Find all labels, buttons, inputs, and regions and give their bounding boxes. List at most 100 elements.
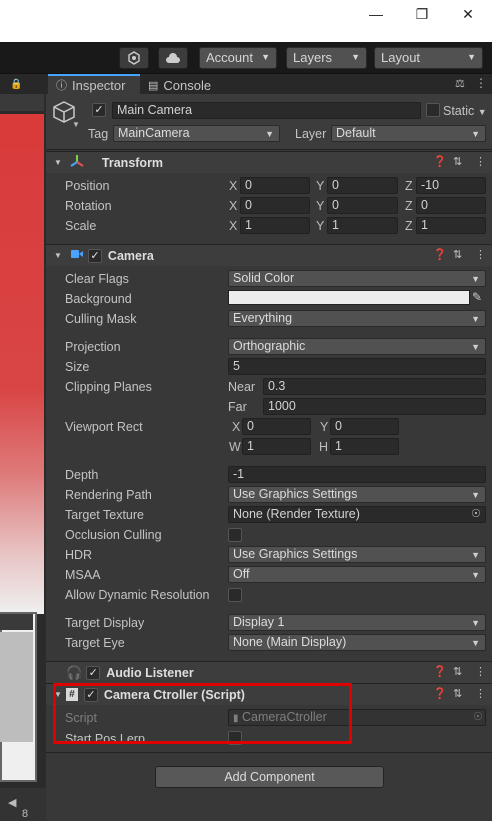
target-eye-dropdown[interactable]: None (Main Display) ▼ [228,634,486,651]
cloud-icon[interactable] [158,47,188,69]
viewport-y-field[interactable]: 0 [330,418,399,435]
static-checkbox[interactable] [426,103,440,117]
preview-content [0,632,33,742]
object-name-field[interactable]: Main Camera [112,102,421,119]
rendering-path-dropdown[interactable]: Use Graphics Settings ▼ [228,486,486,503]
culling-mask-dropdown[interactable]: Everything ▼ [228,310,486,327]
kebab-menu-icon[interactable]: ⋮ [475,248,486,261]
kebab-menu-icon[interactable]: ⋮ [475,76,487,90]
account-dropdown[interactable]: Account ▼ [199,47,277,69]
lock-icon[interactable]: 🔒 [10,79,22,90]
help-icon[interactable]: ❓ [433,665,447,678]
chevron-down-icon: ▼ [471,550,480,560]
tag-dropdown[interactable]: MainCamera ▼ [113,125,280,142]
occlusion-culling-label: Occlusion Culling [65,528,162,542]
size-field[interactable]: 5 [228,358,486,375]
kebab-menu-icon[interactable]: ⋮ [475,665,486,678]
viewport-h-label[interactable]: H [319,440,328,454]
preset-icon[interactable]: ⇅ [453,665,462,678]
axis-x-label[interactable]: X [229,179,237,193]
axis-z-label[interactable]: Z [405,219,413,233]
maximize-icon[interactable]: ❐ [399,0,445,28]
chevron-down-icon[interactable]: ▼ [72,120,80,129]
viewport-x-field[interactable]: 0 [242,418,311,435]
axis-z-label[interactable]: Z [405,179,413,193]
help-icon[interactable]: ❓ [433,155,447,168]
near-label[interactable]: Near [228,380,255,394]
foldout-arrow-icon[interactable]: ▼ [54,158,62,167]
object-picker-icon[interactable]: ☉ [471,507,481,520]
scale-z-field[interactable]: 1 [416,217,486,234]
layers-dropdown[interactable]: Layers ▼ [286,47,367,69]
scene-footer-arrow-icon[interactable]: ◀ [8,796,16,809]
position-y-field[interactable]: 0 [327,177,398,194]
help-icon[interactable]: ❓ [433,687,447,700]
preset-icon[interactable]: ⇅ [453,687,462,700]
viewport-h-field[interactable]: 1 [330,438,399,455]
tab-console[interactable]: ▤ Console [148,74,211,94]
axis-y-label[interactable]: Y [316,199,324,213]
audio-listener-title: Audio Listener [106,665,194,680]
kebab-menu-icon[interactable]: ⋮ [475,155,486,168]
lock-icon[interactable]: ⚖ [455,77,465,90]
depth-label: Depth [65,468,99,482]
camera-enabled-checkbox[interactable]: ✓ [87,248,102,263]
scale-y-field[interactable]: 1 [327,217,398,234]
chevron-down-icon: ▼ [471,638,480,648]
active-checkbox[interactable]: ✓ [92,103,106,117]
rotation-y-field[interactable]: 0 [327,197,398,214]
background-color-swatch[interactable] [228,290,470,305]
position-z-field[interactable]: -10 [416,177,486,194]
axis-x-label[interactable]: X [229,219,237,233]
rotation-z-field[interactable]: 0 [416,197,486,214]
close-icon[interactable]: ✕ [445,0,491,28]
far-label[interactable]: Far [228,400,247,414]
static-label[interactable]: Static ▼ [443,104,487,118]
viewport-y-label[interactable]: Y [320,420,328,434]
chevron-down-icon: ▼ [471,490,480,500]
audio-listener-checkbox[interactable]: ✓ [86,665,101,680]
viewport-w-field[interactable]: 1 [242,438,311,455]
scale-x-field[interactable]: 1 [240,217,310,234]
occlusion-culling-checkbox[interactable] [228,528,242,542]
msaa-dropdown[interactable]: Off ▼ [228,566,486,583]
layout-dropdown[interactable]: Layout ▼ [374,47,483,69]
preset-icon[interactable]: ⇅ [453,155,462,168]
target-texture-field[interactable]: None (Render Texture) [228,506,486,523]
minimize-icon[interactable]: — [353,0,399,28]
target-display-dropdown[interactable]: Display 1 ▼ [228,614,486,631]
chevron-down-icon: ▼ [471,314,480,324]
rotation-label: Rotation [65,199,112,213]
foldout-arrow-icon[interactable]: ▼ [54,251,62,260]
projection-dropdown[interactable]: Orthographic ▼ [228,338,486,355]
near-field[interactable]: 0.3 [263,378,486,395]
axis-y-label[interactable]: Y [316,179,324,193]
target-display-label: Target Display [65,616,145,630]
camera-header[interactable]: ▼ ✓ Camera [46,244,492,266]
axis-z-label[interactable]: Z [405,199,413,213]
axis-y-label[interactable]: Y [316,219,324,233]
audio-listener-header[interactable]: 🎧 ✓ Audio Listener [46,661,492,683]
kebab-menu-icon[interactable]: ⋮ [475,687,486,700]
dynamic-resolution-checkbox[interactable] [228,588,242,602]
preset-icon[interactable]: ⇅ [453,248,462,261]
rotation-x-field[interactable]: 0 [240,197,310,214]
chevron-down-icon: ▼ [471,274,480,284]
help-icon[interactable]: ❓ [433,248,447,261]
camera-title: Camera [107,248,154,263]
position-x-field[interactable]: 0 [240,177,310,194]
viewport-x-label[interactable]: X [232,420,240,434]
depth-field[interactable]: -1 [228,466,486,483]
layer-dropdown[interactable]: Default ▼ [331,125,486,142]
eyedropper-icon[interactable]: ✎ [472,290,482,304]
scene-footer-count: 8 [22,808,29,820]
viewport-w-label[interactable]: W [229,440,241,454]
add-component-button[interactable]: Add Component [155,766,384,788]
transform-header[interactable]: ▼ Transform [46,151,492,173]
clear-flags-dropdown[interactable]: Solid Color ▼ [228,270,486,287]
axis-x-label[interactable]: X [229,199,237,213]
collab-icon[interactable] [119,47,149,69]
far-field[interactable]: 1000 [263,398,486,415]
tab-inspector[interactable]: ⓘ Inspector [56,74,125,94]
hdr-dropdown[interactable]: Use Graphics Settings ▼ [228,546,486,563]
